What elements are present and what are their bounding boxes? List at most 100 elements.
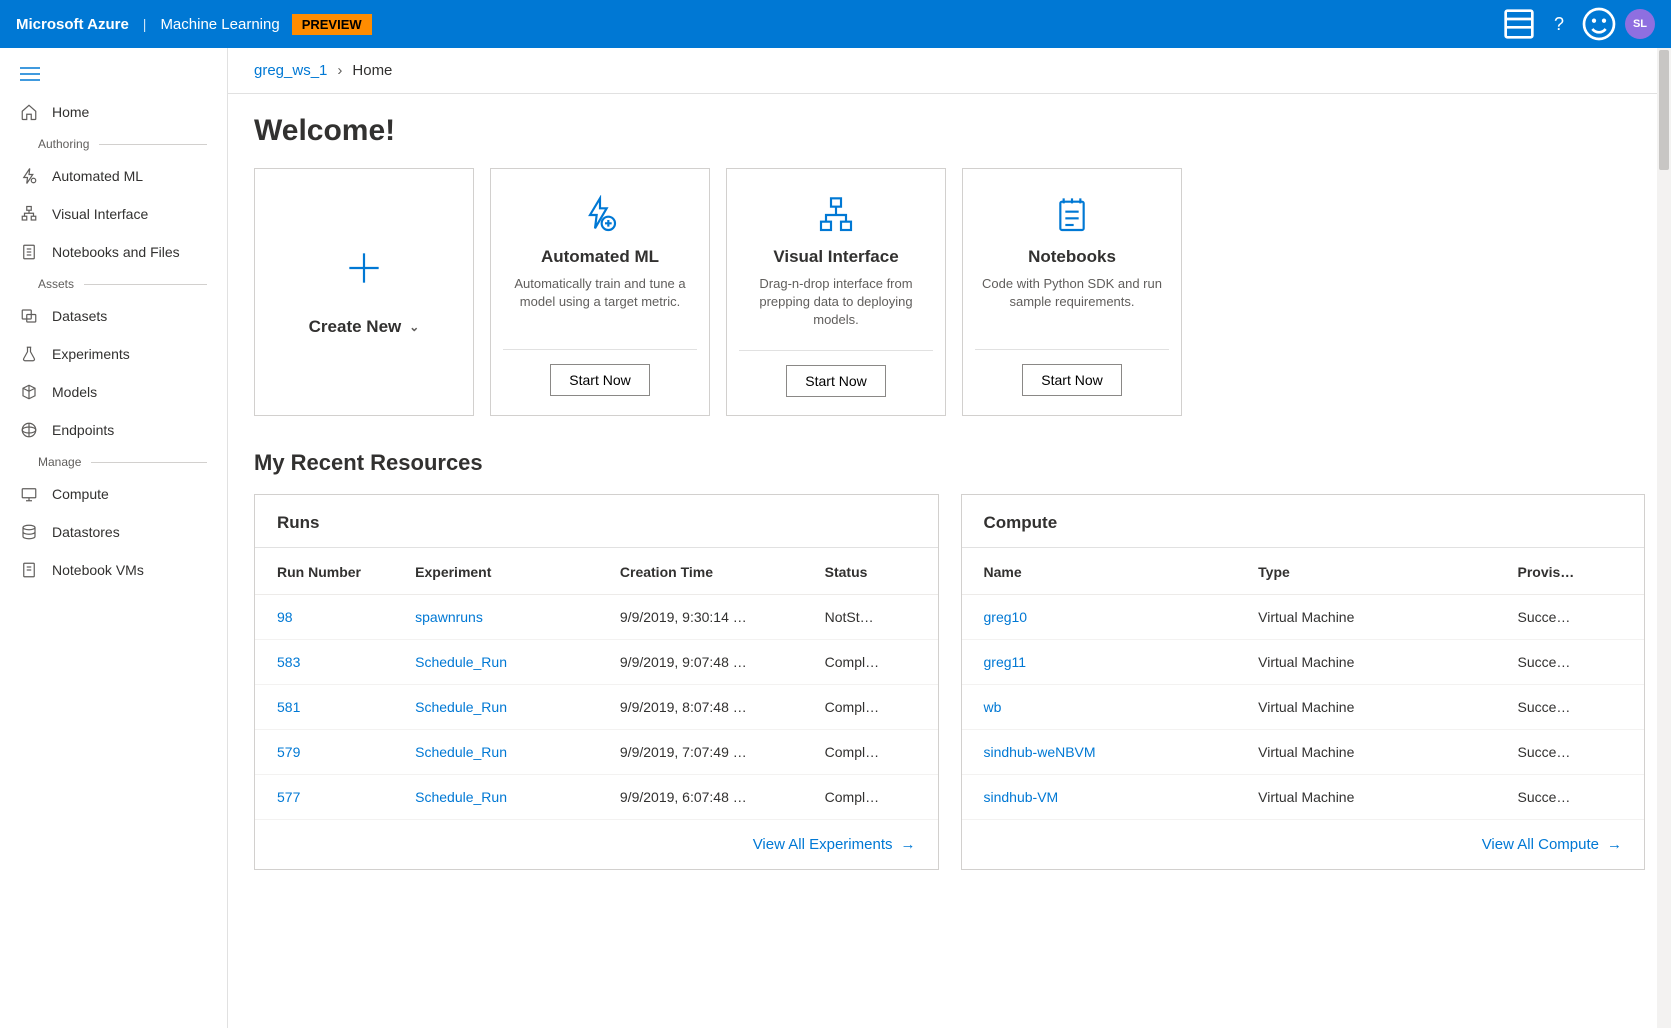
- cell-prov: Succe…: [1507, 594, 1644, 639]
- table-row: greg10Virtual MachineSucce…: [962, 594, 1645, 639]
- datastore-icon: [20, 523, 38, 541]
- col-type[interactable]: Type: [1248, 548, 1507, 595]
- experiment-link[interactable]: spawnruns: [405, 594, 610, 639]
- cell-status: NotSt…: [815, 594, 938, 639]
- chevron-down-icon: ⌄: [409, 320, 419, 334]
- avatar[interactable]: SL: [1625, 9, 1655, 39]
- notebook-vm-icon: [20, 561, 38, 579]
- compute-panel: Compute Name Type Provis… greg10Virtual …: [961, 494, 1646, 870]
- notebook-icon: [20, 243, 38, 261]
- cell-type: Virtual Machine: [1248, 729, 1507, 774]
- run-number-link[interactable]: 583: [255, 639, 405, 684]
- sidebar-item-datastores[interactable]: Datastores: [0, 513, 227, 551]
- experiment-link[interactable]: Schedule_Run: [405, 684, 610, 729]
- cell-time: 9/9/2019, 7:07:49 …: [610, 729, 815, 774]
- sidebar-item-label: Datastores: [52, 524, 120, 540]
- service-name[interactable]: Machine Learning: [160, 16, 279, 33]
- sidebar-item-experiments[interactable]: Experiments: [0, 335, 227, 373]
- flask-icon: [20, 345, 38, 363]
- sidebar-item-label: Compute: [52, 486, 109, 502]
- run-number-link[interactable]: 581: [255, 684, 405, 729]
- compute-name-link[interactable]: wb: [962, 684, 1249, 729]
- scrollbar[interactable]: [1657, 48, 1671, 1028]
- card-desc: Code with Python SDK and run sample requ…: [975, 275, 1169, 329]
- compute-name-link[interactable]: sindhub-weNBVM: [962, 729, 1249, 774]
- notebooks-start-button[interactable]: Start Now: [1022, 364, 1121, 396]
- card-title: Notebooks: [1028, 247, 1116, 267]
- sidebar-item-label: Visual Interface: [52, 206, 148, 222]
- breadcrumb-workspace[interactable]: greg_ws_1: [254, 62, 327, 79]
- view-all-experiments-link[interactable]: View All Experiments→: [753, 836, 916, 853]
- compute-name-link[interactable]: sindhub-VM: [962, 774, 1249, 819]
- sidebar-section-assets: Assets: [0, 271, 227, 297]
- sidebar-item-home[interactable]: Home: [0, 93, 227, 131]
- card-desc: Automatically train and tune a model usi…: [503, 275, 697, 329]
- table-row: sindhub-weNBVMVirtual MachineSucce…: [962, 729, 1645, 774]
- preview-badge: PREVIEW: [292, 14, 372, 35]
- col-status[interactable]: Status: [815, 548, 938, 595]
- notebooks-card: Notebooks Code with Python SDK and run s…: [962, 168, 1182, 416]
- directory-icon[interactable]: [1499, 4, 1539, 44]
- table-row: greg11Virtual MachineSucce…: [962, 639, 1645, 684]
- cell-time: 9/9/2019, 8:07:48 …: [610, 684, 815, 729]
- cell-status: Compl…: [815, 684, 938, 729]
- breadcrumb-current: Home: [352, 62, 392, 79]
- notebooks-icon: [1052, 193, 1092, 237]
- sidebar-item-datasets[interactable]: Datasets: [0, 297, 227, 335]
- sidebar-section-manage: Manage: [0, 449, 227, 475]
- recent-resources-heading: My Recent Resources: [254, 450, 1645, 476]
- experiment-link[interactable]: Schedule_Run: [405, 729, 610, 774]
- run-number-link[interactable]: 577: [255, 774, 405, 819]
- col-name[interactable]: Name: [962, 548, 1249, 595]
- sidebar-item-automated-ml[interactable]: Automated ML: [0, 157, 227, 195]
- help-icon[interactable]: ?: [1539, 4, 1579, 44]
- col-experiment[interactable]: Experiment: [405, 548, 610, 595]
- table-row: 98spawnruns9/9/2019, 9:30:14 …NotSt…: [255, 594, 938, 639]
- sidebar-item-visual-interface[interactable]: Visual Interface: [0, 195, 227, 233]
- cell-prov: Succe…: [1507, 729, 1644, 774]
- runs-title: Runs: [255, 495, 938, 548]
- sidebar-item-endpoints[interactable]: Endpoints: [0, 411, 227, 449]
- automl-start-button[interactable]: Start Now: [550, 364, 649, 396]
- compute-name-link[interactable]: greg10: [962, 594, 1249, 639]
- brand[interactable]: Microsoft Azure: [16, 16, 129, 33]
- automl-icon: [20, 167, 38, 185]
- create-new-label: Create New: [309, 317, 402, 337]
- sidebar-item-notebook-vms[interactable]: Notebook VMs: [0, 551, 227, 589]
- col-provisioning[interactable]: Provis…: [1507, 548, 1644, 595]
- run-number-link[interactable]: 579: [255, 729, 405, 774]
- cell-time: 9/9/2019, 6:07:48 …: [610, 774, 815, 819]
- home-icon: [20, 103, 38, 121]
- feedback-icon[interactable]: [1579, 4, 1619, 44]
- table-row: 579Schedule_Run9/9/2019, 7:07:49 …Compl…: [255, 729, 938, 774]
- automl-icon: [580, 193, 620, 237]
- visual-start-button[interactable]: Start Now: [786, 365, 885, 397]
- col-creation-time[interactable]: Creation Time: [610, 548, 815, 595]
- datasets-icon: [20, 307, 38, 325]
- sidebar-item-label: Experiments: [52, 346, 130, 362]
- sidebar-item-label: Datasets: [52, 308, 107, 324]
- create-new-card[interactable]: Create New ⌄: [254, 168, 474, 416]
- sidebar-item-compute[interactable]: Compute: [0, 475, 227, 513]
- cell-type: Virtual Machine: [1248, 774, 1507, 819]
- experiment-link[interactable]: Schedule_Run: [405, 774, 610, 819]
- arrow-right-icon: →: [1607, 836, 1622, 853]
- sidebar-item-label: Notebook VMs: [52, 562, 144, 578]
- run-number-link[interactable]: 98: [255, 594, 405, 639]
- col-run-number[interactable]: Run Number: [255, 548, 405, 595]
- cell-status: Compl…: [815, 729, 938, 774]
- hamburger-icon[interactable]: [0, 58, 227, 93]
- page-title: Welcome!: [254, 114, 1645, 148]
- sidebar: Home Authoring Automated ML Visual Inter…: [0, 48, 228, 1028]
- sidebar-item-notebooks-files[interactable]: Notebooks and Files: [0, 233, 227, 271]
- view-all-compute-link[interactable]: View All Compute→: [1482, 836, 1622, 853]
- sidebar-item-label: Automated ML: [52, 168, 143, 184]
- sidebar-item-models[interactable]: Models: [0, 373, 227, 411]
- compute-name-link[interactable]: greg11: [962, 639, 1249, 684]
- visual-interface-icon: [20, 205, 38, 223]
- breadcrumb: greg_ws_1 › Home: [228, 48, 1671, 94]
- arrow-right-icon: →: [901, 836, 916, 853]
- experiment-link[interactable]: Schedule_Run: [405, 639, 610, 684]
- card-title: Automated ML: [541, 247, 659, 267]
- main: greg_ws_1 › Home Welcome! Create New ⌄ Au…: [228, 48, 1671, 1028]
